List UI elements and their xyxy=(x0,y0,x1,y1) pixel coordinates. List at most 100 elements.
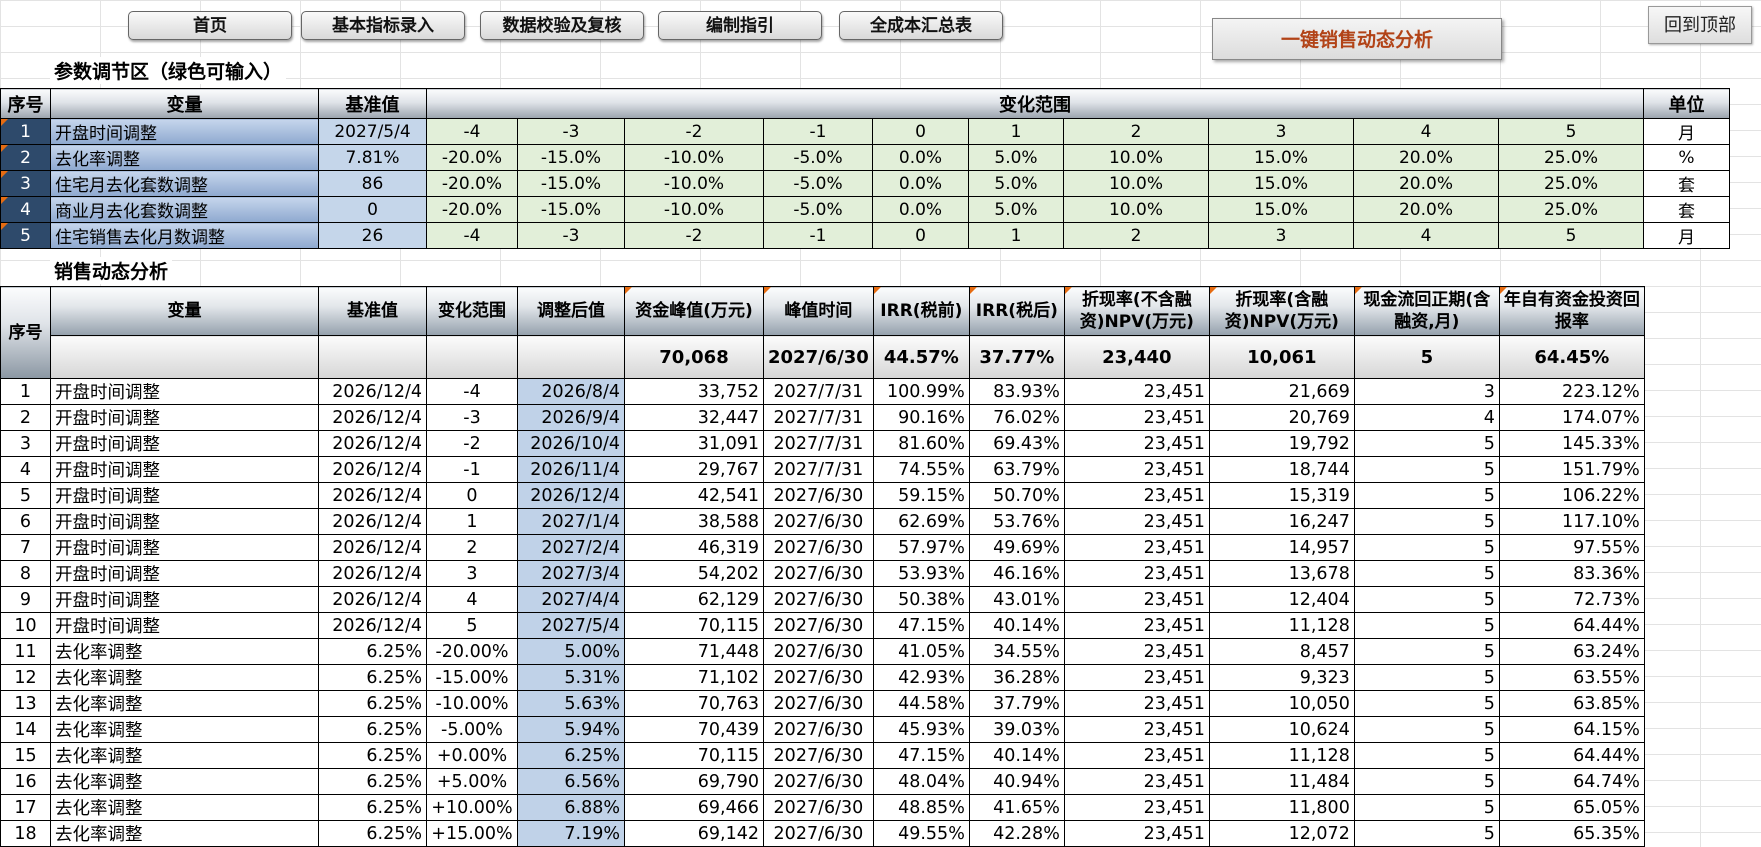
param-range-cell[interactable]: 0 xyxy=(872,118,969,145)
basic-indicator-entry-button[interactable]: 基本指标录入 xyxy=(301,11,465,40)
row-roi: 64.44% xyxy=(1498,742,1645,769)
param-base-value[interactable]: 0 xyxy=(318,196,427,223)
param-range-cell[interactable]: 20.0% xyxy=(1353,196,1499,223)
param-range-cell[interactable]: -10.0% xyxy=(624,196,764,223)
param-range-cell[interactable]: 4 xyxy=(1353,118,1499,145)
param-range-cell[interactable]: 25.0% xyxy=(1498,144,1644,171)
param-range-cell[interactable]: 3 xyxy=(1208,222,1354,249)
param-range-cell[interactable]: -4 xyxy=(426,118,518,145)
home-button[interactable]: 首页 xyxy=(128,11,292,40)
compilation-guide-button[interactable]: 编制指引 xyxy=(658,11,822,40)
param-range-cell[interactable]: -5.0% xyxy=(763,170,873,197)
param-range-cell[interactable]: 3 xyxy=(1208,118,1354,145)
row-roi: 97.55% xyxy=(1498,534,1645,561)
param-base-value[interactable]: 2027/5/4 xyxy=(318,118,427,145)
param-range-cell[interactable]: 10.0% xyxy=(1063,196,1209,223)
param-range-cell[interactable]: -4 xyxy=(426,222,518,249)
data-verification-button[interactable]: 数据校验及复核 xyxy=(480,11,644,40)
row-adjusted-value: 2027/1/4 xyxy=(517,508,625,535)
param-range-cell[interactable]: 5.0% xyxy=(968,196,1064,223)
row-peak-time: 2027/7/31 xyxy=(763,404,874,431)
baseline-empty xyxy=(426,335,518,379)
sales-analysis-table: 序号 变量 基准值 变化范围 调整后值 资金峰值(万元) 峰值时间 IRR(税前… xyxy=(0,286,1645,847)
table-row: 17 去化率调整 6.25% +10.00% 6.88% 69,466 2027/6/30 4… xyxy=(0,794,1645,821)
row-payback: 5 xyxy=(1353,456,1500,483)
row-irr-aftertax: 43.01% xyxy=(968,586,1065,613)
param-range-cell[interactable]: 25.0% xyxy=(1498,170,1644,197)
table-row: 6 开盘时间调整 2026/12/4 1 2027/1/4 38,588 2027/6/30… xyxy=(0,508,1645,535)
param-range-cell[interactable]: 20.0% xyxy=(1353,144,1499,171)
row-adjusted-value: 5.94% xyxy=(517,716,625,743)
param-range-cell[interactable]: 5.0% xyxy=(968,144,1064,171)
param-range-cell[interactable]: -20.0% xyxy=(426,196,518,223)
sales-header-range: 变化范围 xyxy=(426,286,518,336)
row-irr-pretax: 45.93% xyxy=(872,716,970,743)
param-range-cell[interactable]: -1 xyxy=(763,118,873,145)
row-payback: 5 xyxy=(1353,716,1500,743)
param-range-cell[interactable]: 20.0% xyxy=(1353,170,1499,197)
param-range-cell[interactable]: -15.0% xyxy=(517,144,625,171)
param-range-cell[interactable]: 2 xyxy=(1063,222,1209,249)
param-base-value[interactable]: 7.81% xyxy=(318,144,427,171)
table-row: 13 去化率调整 6.25% -10.00% 5.63% 70,763 2027/6/30 4… xyxy=(0,690,1645,717)
row-irr-pretax: 48.85% xyxy=(872,794,970,821)
table-row: 7 开盘时间调整 2026/12/4 2 2027/2/4 46,319 2027/6/30… xyxy=(0,534,1645,561)
row-fund-peak: 32,447 xyxy=(624,404,764,431)
param-range-cell[interactable]: 0.0% xyxy=(872,144,969,171)
param-range-cell[interactable]: 15.0% xyxy=(1208,144,1354,171)
sales-header-base: 基准值 xyxy=(318,286,427,336)
param-range-cell[interactable]: -2 xyxy=(624,118,764,145)
param-range-cell[interactable]: -20.0% xyxy=(426,170,518,197)
param-range-cell[interactable]: -2 xyxy=(624,222,764,249)
param-range-cell[interactable]: 0.0% xyxy=(872,170,969,197)
param-range-cell[interactable]: 5 xyxy=(1498,222,1644,249)
param-range-cell[interactable]: -15.0% xyxy=(517,196,625,223)
param-range-cell[interactable]: 0 xyxy=(872,222,969,249)
param-range-cell[interactable]: 0.0% xyxy=(872,196,969,223)
row-npv-no-financing: 23,451 xyxy=(1063,794,1210,821)
sales-header-irr-aftertax: IRR(税后) xyxy=(968,286,1065,336)
row-npv-no-financing: 23,451 xyxy=(1063,742,1210,769)
param-range-cell[interactable]: 15.0% xyxy=(1208,170,1354,197)
param-range-cell[interactable]: 15.0% xyxy=(1208,196,1354,223)
baseline-empty xyxy=(517,335,625,379)
row-payback: 5 xyxy=(1353,742,1500,769)
row-range: -5.00% xyxy=(426,716,518,743)
param-range-cell[interactable]: 5 xyxy=(1498,118,1644,145)
param-range-cell[interactable]: -10.0% xyxy=(624,170,764,197)
row-payback: 5 xyxy=(1353,794,1500,821)
row-payback: 5 xyxy=(1353,690,1500,717)
param-range-cell[interactable]: -3 xyxy=(517,222,625,249)
param-range-cell[interactable]: 25.0% xyxy=(1498,196,1644,223)
param-range-cell[interactable]: -10.0% xyxy=(624,144,764,171)
table-row: 11 去化率调整 6.25% -20.00% 5.00% 71,448 2027/6/30 4… xyxy=(0,638,1645,665)
row-roi: 145.33% xyxy=(1498,430,1645,457)
param-range-cell[interactable]: 5.0% xyxy=(968,170,1064,197)
param-range-cell[interactable]: -1 xyxy=(763,222,873,249)
row-npv-no-financing: 23,451 xyxy=(1063,378,1210,405)
row-fund-peak: 70,763 xyxy=(624,690,764,717)
row-adjusted-value: 6.88% xyxy=(517,794,625,821)
param-range-cell[interactable]: 10.0% xyxy=(1063,144,1209,171)
param-range-cell[interactable]: -5.0% xyxy=(763,144,873,171)
param-range-cell[interactable]: -15.0% xyxy=(517,170,625,197)
row-npv-no-financing: 23,451 xyxy=(1063,664,1210,691)
param-range-cell[interactable]: -20.0% xyxy=(426,144,518,171)
param-range-cell[interactable]: -5.0% xyxy=(763,196,873,223)
param-index: 2 xyxy=(0,144,51,171)
row-payback: 5 xyxy=(1353,612,1500,639)
row-range: +0.00% xyxy=(426,742,518,769)
one-click-sales-analysis-button[interactable]: 一键销售动态分析 xyxy=(1212,18,1502,60)
full-cost-summary-button[interactable]: 全成本汇总表 xyxy=(839,11,1003,40)
back-to-top-button[interactable]: 回到顶部 xyxy=(1648,6,1752,44)
param-range-cell[interactable]: 1 xyxy=(968,222,1064,249)
row-peak-time: 2027/7/31 xyxy=(763,378,874,405)
param-range-cell[interactable]: 2 xyxy=(1063,118,1209,145)
baseline-npv-no-financing: 23,440 xyxy=(1063,335,1210,379)
param-range-cell[interactable]: 4 xyxy=(1353,222,1499,249)
param-range-cell[interactable]: -3 xyxy=(517,118,625,145)
param-range-cell[interactable]: 10.0% xyxy=(1063,170,1209,197)
param-range-cell[interactable]: 1 xyxy=(968,118,1064,145)
param-base-value[interactable]: 26 xyxy=(318,222,427,249)
param-base-value[interactable]: 86 xyxy=(318,170,427,197)
